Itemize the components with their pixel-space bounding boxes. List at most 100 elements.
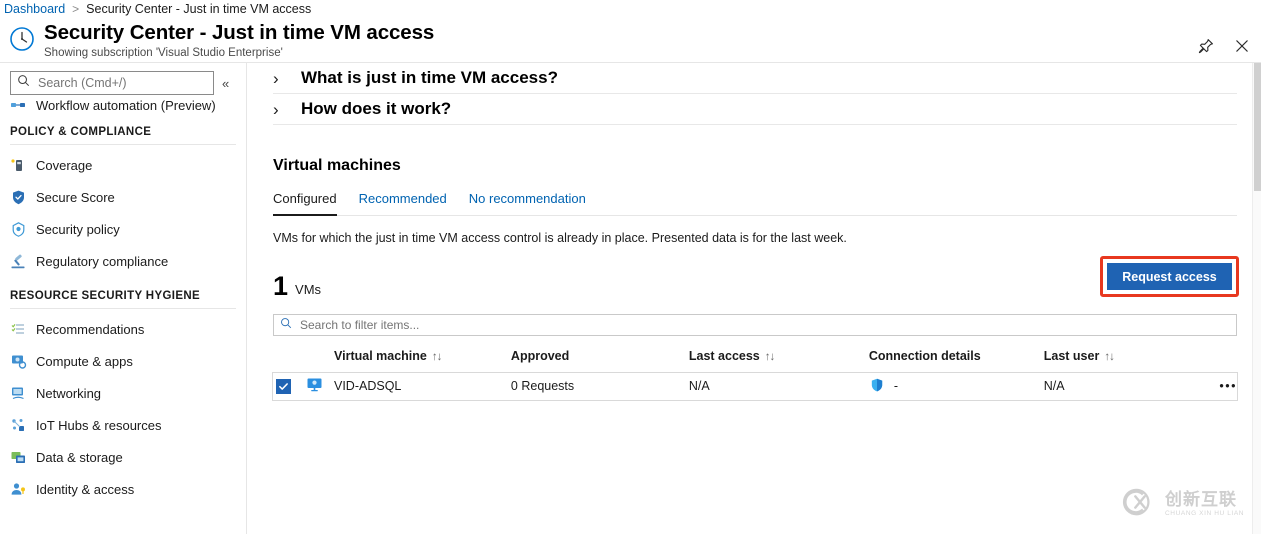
table-header-last-user[interactable]: Last user ↑↓ bbox=[1043, 345, 1197, 373]
breadcrumb-current: Security Center - Just in time VM access bbox=[86, 1, 312, 16]
sidebar-item-security-policy[interactable]: Security policy bbox=[0, 213, 246, 245]
sidebar-item-recommendations[interactable]: Recommendations bbox=[0, 313, 246, 345]
window-actions bbox=[1195, 35, 1253, 57]
tab-configured[interactable]: Configured bbox=[273, 191, 337, 216]
sidebar-item-label: Security policy bbox=[36, 221, 120, 237]
filter-input[interactable] bbox=[298, 317, 1230, 333]
sort-icon[interactable]: ↑↓ bbox=[1104, 351, 1114, 363]
watermark-chinese: 创新互联 bbox=[1165, 489, 1237, 509]
table-header-label: Connection details bbox=[868, 349, 981, 363]
main-content: › What is just in time VM access? › How … bbox=[247, 63, 1261, 534]
search-icon bbox=[280, 316, 292, 334]
sidebar-item-label: Identity & access bbox=[36, 481, 135, 497]
checkmark-icon bbox=[279, 382, 288, 390]
sidebar-section-policy-compliance: POLICY & COMPLIANCE bbox=[10, 126, 152, 138]
connection-details-value: - bbox=[893, 379, 899, 394]
table-header-actions bbox=[1196, 345, 1237, 373]
table-header-label: Last access bbox=[688, 349, 760, 363]
vm-count-row: 1 VMs Request access bbox=[273, 256, 1239, 301]
row-virtual-machine: VID-ADSQL bbox=[334, 372, 511, 400]
search-input[interactable] bbox=[36, 75, 207, 91]
list-icon bbox=[10, 321, 36, 338]
search-icon bbox=[17, 74, 30, 92]
sidebar-section-resource-security-hygiene: RESOURCE SECURITY HYGIENE bbox=[10, 290, 201, 302]
sidebar-item-label: Compute & apps bbox=[36, 353, 133, 369]
policy-icon bbox=[10, 221, 36, 238]
pin-icon[interactable] bbox=[1195, 35, 1217, 57]
sort-icon[interactable]: ↑↓ bbox=[432, 351, 442, 363]
gavel-icon bbox=[10, 253, 36, 270]
row-last-access: N/A bbox=[688, 372, 869, 400]
breadcrumb-separator: > bbox=[72, 1, 80, 16]
vm-count-label: VMs bbox=[295, 282, 322, 297]
sidebar-item-iot-hubs-resources[interactable]: IoT Hubs & resources bbox=[0, 409, 246, 441]
row-checkbox[interactable] bbox=[276, 378, 291, 394]
accordion-label: How does it work? bbox=[301, 99, 452, 118]
sidebar-item-regulatory-compliance[interactable]: Regulatory compliance bbox=[0, 245, 246, 277]
sidebar-item-label: IoT Hubs & resources bbox=[36, 417, 162, 433]
sort-icon[interactable]: ↑↓ bbox=[765, 351, 775, 363]
clock-icon bbox=[0, 20, 44, 52]
close-icon[interactable] bbox=[1231, 35, 1253, 57]
workflow-icon bbox=[10, 97, 36, 113]
sidebar-item-coverage[interactable]: Coverage bbox=[0, 149, 246, 181]
sidebar-item-networking[interactable]: Networking bbox=[0, 377, 246, 409]
sidebar-item-compute-apps[interactable]: Compute & apps bbox=[0, 345, 246, 377]
table-header-row: Virtual machine ↑↓ Approved Last access ↑↓… bbox=[273, 345, 1237, 373]
sidebar-item-identity-access[interactable]: Identity & access bbox=[0, 473, 246, 505]
cx-logo-icon bbox=[1121, 487, 1159, 522]
sidebar-item-secure-score[interactable]: Secure Score bbox=[0, 181, 246, 213]
search-input-wrapper[interactable] bbox=[10, 71, 214, 95]
compute-icon bbox=[10, 353, 36, 370]
sidebar: « Workflow automation (Preview) POLICY &… bbox=[0, 63, 247, 534]
table-header-icon bbox=[305, 345, 334, 373]
chevron-double-left-icon[interactable]: « bbox=[222, 77, 229, 90]
shield-icon bbox=[10, 189, 36, 206]
request-access-button[interactable]: Request access bbox=[1107, 263, 1232, 290]
table-header-label: Approved bbox=[510, 349, 570, 363]
accordion-label: What is just in time VM access? bbox=[301, 68, 558, 87]
sidebar-item-workflow-automation[interactable]: Workflow automation (Preview) bbox=[0, 97, 246, 113]
sidebar-item-label: Coverage bbox=[36, 157, 93, 173]
table-header-virtual-machine[interactable]: Virtual machine ↑↓ bbox=[334, 345, 511, 373]
sidebar-nav: Workflow automation (Preview) POLICY & C… bbox=[0, 97, 246, 505]
tab-recommended[interactable]: Recommended bbox=[359, 191, 447, 216]
page-subtitle: Showing subscription 'Visual Studio Ente… bbox=[44, 47, 283, 59]
vertical-scrollbar[interactable] bbox=[1252, 63, 1261, 534]
title-bar: Security Center - Just in time VM access… bbox=[0, 17, 1261, 63]
row-vm-icon-cell bbox=[305, 372, 334, 400]
table-row[interactable]: VID-ADSQL 0 Requests N/A - N/A ••• bbox=[272, 371, 1238, 401]
page-title: Security Center - Just in time VM access bbox=[44, 21, 435, 44]
table-header-approved: Approved bbox=[510, 345, 689, 373]
sidebar-item-label: Workflow automation (Preview) bbox=[36, 97, 216, 113]
table-header-last-access[interactable]: Last access ↑↓ bbox=[688, 345, 869, 373]
coverage-icon bbox=[10, 157, 36, 174]
watermark-pinyin: CHUANG XIN HU LIAN bbox=[1165, 509, 1245, 517]
accordion-how-does-it-work[interactable]: › How does it work? bbox=[273, 94, 1237, 125]
chevron-right-icon: › bbox=[273, 68, 279, 88]
breadcrumb-link-dashboard[interactable]: Dashboard bbox=[4, 2, 65, 16]
sidebar-divider bbox=[10, 308, 236, 309]
ellipsis-icon[interactable]: ••• bbox=[1196, 372, 1237, 400]
vm-table: Virtual machine ↑↓ Approved Last access ↑↓… bbox=[272, 345, 1238, 401]
accordion-what-is-jit[interactable]: › What is just in time VM access? bbox=[273, 63, 1237, 94]
description-text: VMs for which the just in time VM access… bbox=[273, 231, 847, 245]
chevron-right-icon: › bbox=[273, 99, 279, 119]
row-last-user: N/A bbox=[1043, 372, 1197, 400]
breadcrumb: Dashboard > Security Center - Just in ti… bbox=[0, 0, 1261, 17]
table-header-label: Virtual machine bbox=[334, 349, 427, 363]
tab-no-recommendation[interactable]: No recommendation bbox=[469, 191, 586, 216]
filter-input-wrapper[interactable] bbox=[273, 314, 1237, 336]
sidebar-item-label: Secure Score bbox=[36, 189, 115, 205]
sidebar-item-label: Networking bbox=[36, 385, 102, 401]
sidebar-divider bbox=[10, 144, 236, 145]
vm-count-number: 1 bbox=[273, 271, 289, 301]
table-header-connection-details: Connection details bbox=[868, 345, 1044, 373]
row-checkbox-cell[interactable] bbox=[273, 372, 306, 400]
sidebar-item-label: Recommendations bbox=[36, 321, 145, 337]
scrollbar-thumb[interactable] bbox=[1254, 63, 1261, 191]
identity-icon bbox=[10, 481, 36, 498]
request-access-highlight: Request access bbox=[1100, 256, 1239, 297]
network-icon bbox=[10, 385, 36, 402]
sidebar-item-data-storage[interactable]: Data & storage bbox=[0, 441, 246, 473]
